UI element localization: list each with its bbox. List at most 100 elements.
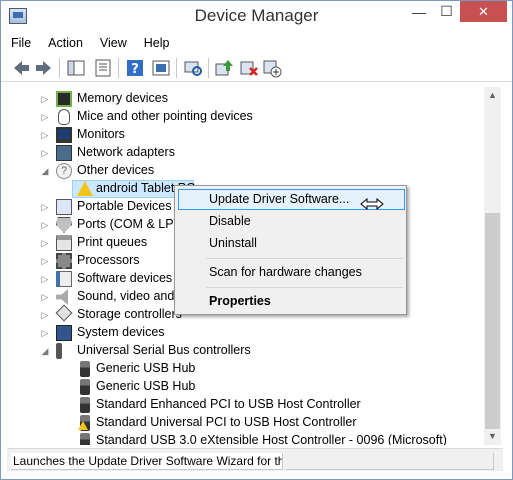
scan-hardware-icon[interactable] bbox=[183, 58, 203, 78]
warning-icon bbox=[77, 181, 93, 196]
uninstall-device-icon[interactable] bbox=[239, 58, 259, 78]
usb-plug-icon bbox=[80, 379, 90, 395]
expand-arrow-icon[interactable]: ▷ bbox=[40, 273, 50, 285]
expand-arrow-icon[interactable]: ▷ bbox=[40, 327, 50, 339]
tree-item-label: Standard USB 3.0 eXtensible Host Control… bbox=[96, 433, 447, 445]
expand-arrow-icon[interactable]: ▷ bbox=[40, 219, 50, 231]
expand-arrow-icon[interactable]: ▷ bbox=[40, 129, 50, 141]
tree-item-network-adapters[interactable]: ▷ Network adapters bbox=[12, 144, 484, 162]
tree-item-label: Standard Enhanced PCI to USB Host Contro… bbox=[96, 397, 361, 411]
tree-item-enhanced-pci-usb[interactable]: Standard Enhanced PCI to USB Host Contro… bbox=[12, 396, 484, 414]
expand-arrow-icon[interactable]: ▷ bbox=[40, 111, 50, 123]
svg-text:?: ? bbox=[131, 62, 139, 77]
tree-item-label: Generic USB Hub bbox=[96, 379, 196, 393]
toolbar-separator bbox=[118, 58, 119, 78]
usb-plug-icon bbox=[80, 433, 90, 445]
toolbar-separator bbox=[208, 58, 209, 78]
usb-warning-icon bbox=[78, 415, 90, 431]
tree-item-usb3-host[interactable]: Standard USB 3.0 eXtensible Host Control… bbox=[12, 432, 484, 445]
status-text: Launches the Update Driver Software Wiza… bbox=[11, 453, 283, 470]
menu-help[interactable]: Help bbox=[144, 36, 170, 50]
tree-item-label: System devices bbox=[77, 325, 165, 339]
network-icon bbox=[56, 145, 72, 161]
usb-plug-icon bbox=[80, 361, 90, 377]
sound-icon bbox=[56, 289, 68, 305]
toolbar-separator bbox=[59, 58, 60, 78]
tree-item-memory-devices[interactable]: ▷ Memory devices bbox=[12, 90, 484, 108]
expand-arrow-icon[interactable]: ▷ bbox=[40, 255, 50, 267]
processor-icon bbox=[56, 253, 72, 269]
close-button[interactable]: ✕ bbox=[460, 1, 507, 22]
tree-item-label: Storage controllers bbox=[77, 307, 182, 321]
menu-item-properties[interactable]: Properties bbox=[178, 291, 405, 312]
menu-separator bbox=[206, 287, 403, 288]
usb-icon bbox=[56, 343, 62, 359]
tree-item-label: Network adapters bbox=[77, 145, 175, 159]
tree-item-generic-usb-hub[interactable]: Generic USB Hub bbox=[12, 360, 484, 378]
monitor-icon bbox=[56, 127, 72, 143]
toolbar-separator bbox=[176, 58, 177, 78]
menu-item-scan[interactable]: Scan for hardware changes bbox=[178, 262, 405, 283]
forward-icon[interactable] bbox=[34, 58, 54, 78]
menu-separator bbox=[206, 258, 403, 259]
resize-cursor-icon bbox=[360, 197, 384, 211]
expand-arrow-icon[interactable]: ▷ bbox=[40, 291, 50, 303]
menu-bar: File Action View Help bbox=[1, 32, 512, 54]
menu-item-uninstall[interactable]: Uninstall bbox=[178, 233, 405, 254]
software-icon bbox=[56, 271, 72, 287]
tree-item-label: Software devices bbox=[77, 271, 173, 285]
console-properties-icon[interactable] bbox=[151, 58, 171, 78]
properties-sheet-icon[interactable] bbox=[93, 58, 113, 78]
collapse-arrow-icon[interactable]: ◢ bbox=[40, 165, 50, 177]
tree-item-label: Ports (COM & LPT) bbox=[77, 217, 186, 231]
tree-item-other-devices[interactable]: ◢ ? Other devices bbox=[12, 162, 484, 180]
storage-icon bbox=[55, 304, 73, 322]
title-bar[interactable]: Device Manager — ☐ ✕ bbox=[1, 1, 512, 32]
tree-item-label: Print queues bbox=[77, 235, 148, 249]
collapse-arrow-icon[interactable]: ◢ bbox=[40, 345, 50, 357]
back-icon[interactable] bbox=[11, 58, 31, 78]
tree-item-universal-pci-usb[interactable]: Standard Universal PCI to USB Host Contr… bbox=[12, 414, 484, 432]
tree-item-label: Mice and other pointing devices bbox=[77, 109, 253, 123]
ports-icon bbox=[56, 217, 72, 233]
scroll-down-icon[interactable]: ▼ bbox=[484, 428, 501, 445]
tree-item-mice[interactable]: ▷ Mice and other pointing devices bbox=[12, 108, 484, 126]
tree-item-label: Processors bbox=[77, 253, 140, 267]
menu-view[interactable]: View bbox=[100, 36, 127, 50]
maximize-button[interactable]: ☐ bbox=[433, 1, 460, 22]
menu-item-disable[interactable]: Disable bbox=[178, 211, 405, 232]
memory-icon bbox=[56, 91, 72, 107]
tree-item-label: Memory devices bbox=[77, 91, 168, 105]
vertical-scrollbar[interactable]: ▲ ▼ bbox=[484, 87, 501, 445]
add-device-icon[interactable] bbox=[262, 58, 282, 78]
minimize-button[interactable]: — bbox=[405, 1, 433, 22]
menu-action[interactable]: Action bbox=[48, 36, 83, 50]
tree-item-label: Standard Universal PCI to USB Host Contr… bbox=[96, 415, 357, 429]
tree-item-system-devices[interactable]: ▷ System devices bbox=[12, 324, 484, 342]
other-devices-icon: ? bbox=[56, 163, 72, 179]
mouse-icon bbox=[58, 109, 70, 125]
expand-arrow-icon[interactable]: ▷ bbox=[40, 309, 50, 321]
scroll-thumb[interactable] bbox=[485, 213, 500, 429]
device-manager-window: Device Manager — ☐ ✕ File Action View He… bbox=[0, 0, 513, 480]
tree-item-monitors[interactable]: ▷ Monitors bbox=[12, 126, 484, 144]
expand-arrow-icon[interactable]: ▷ bbox=[40, 147, 50, 159]
toolbar: ? bbox=[1, 54, 512, 82]
scroll-up-icon[interactable]: ▲ bbox=[484, 87, 501, 104]
expand-arrow-icon[interactable]: ▷ bbox=[40, 93, 50, 105]
update-driver-icon[interactable] bbox=[214, 58, 234, 78]
tree-item-generic-usb-hub[interactable]: Generic USB Hub bbox=[12, 378, 484, 396]
tree-item-label: Portable Devices bbox=[77, 199, 172, 213]
expand-arrow-icon[interactable]: ▷ bbox=[40, 237, 50, 249]
tree-item-usb-controllers[interactable]: ◢ Universal Serial Bus controllers bbox=[12, 342, 484, 360]
help-icon[interactable]: ? bbox=[125, 58, 145, 78]
tree-item-label: Generic USB Hub bbox=[96, 361, 196, 375]
tree-item-label: Other devices bbox=[77, 163, 155, 177]
tree-item-label: Universal Serial Bus controllers bbox=[77, 343, 251, 357]
menu-file[interactable]: File bbox=[11, 36, 31, 50]
status-pane bbox=[286, 453, 494, 470]
printer-icon bbox=[56, 235, 72, 251]
expand-arrow-icon[interactable]: ▷ bbox=[40, 201, 50, 213]
usb-plug-icon bbox=[80, 397, 90, 413]
show-hide-console-tree-icon[interactable] bbox=[66, 58, 86, 78]
